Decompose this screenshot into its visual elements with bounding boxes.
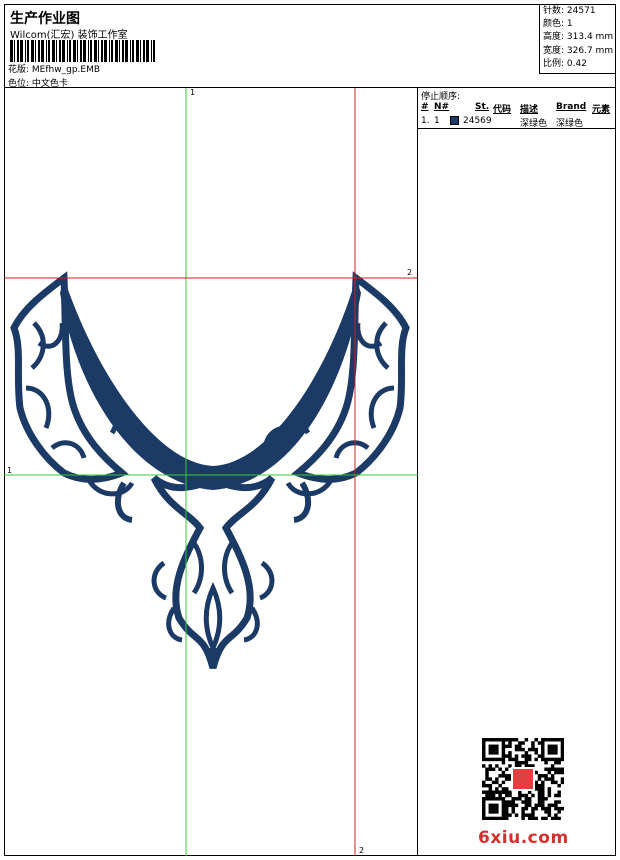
col-stitches: St. bbox=[475, 102, 490, 112]
spec-box: 针数: 24571 颜色: 1 高度: 313.4 mm 宽度: 326.7 m… bbox=[539, 4, 616, 74]
seal-icon bbox=[511, 767, 535, 791]
guide-label-v1: 1 bbox=[190, 88, 196, 97]
watermark-logo: 6xiu.com bbox=[478, 828, 569, 848]
neckline-embroidery bbox=[10, 271, 410, 669]
guide-label-h2: 2 bbox=[407, 268, 413, 277]
spec-scale: 比例: 0.42 bbox=[543, 58, 587, 69]
row-needle: 1 bbox=[434, 116, 440, 126]
file-row: 花版: MEfhw_gp.EMB bbox=[8, 62, 100, 75]
guide-label-v2: 2 bbox=[359, 846, 365, 855]
col-hash: # bbox=[421, 102, 429, 112]
spec-stitches: 针数: 24571 bbox=[543, 6, 596, 16]
file-value: MEfhw_gp.EMB bbox=[31, 65, 101, 75]
embroidery-design bbox=[4, 88, 418, 856]
col-needle: N# bbox=[434, 102, 450, 112]
header: 生产作业图 Wilcom(汇宏) 装饰工作室 花版: MEfhw_gp.EMB … bbox=[4, 4, 616, 89]
row-index: 1. bbox=[421, 116, 430, 126]
col-description: 描述 bbox=[520, 105, 539, 115]
barcode bbox=[10, 40, 155, 62]
table-divider bbox=[418, 128, 616, 129]
col-element: 元素 bbox=[592, 105, 611, 115]
guide-label-h1: 1 bbox=[7, 466, 13, 475]
row-stitches: 24569 bbox=[463, 116, 492, 126]
spec-colors: 颜色: 1 bbox=[543, 19, 573, 30]
page-title: 生产作业图 bbox=[10, 11, 80, 27]
qr-code bbox=[482, 738, 564, 820]
spec-width: 宽度: 326.7 mm bbox=[543, 45, 614, 56]
stop-sequence-title: 停止顺序: bbox=[421, 92, 461, 102]
company-name: Wilcom(汇宏) 装饰工作室 bbox=[10, 30, 128, 41]
color-swatch bbox=[450, 116, 459, 125]
col-code: 代码 bbox=[493, 105, 512, 115]
spec-height: 高度: 313.4 mm bbox=[543, 32, 614, 43]
file-label: 花版: bbox=[8, 65, 30, 75]
col-brand: Brand bbox=[556, 102, 587, 112]
design-canvas: 1 2 1 2 bbox=[4, 88, 418, 856]
